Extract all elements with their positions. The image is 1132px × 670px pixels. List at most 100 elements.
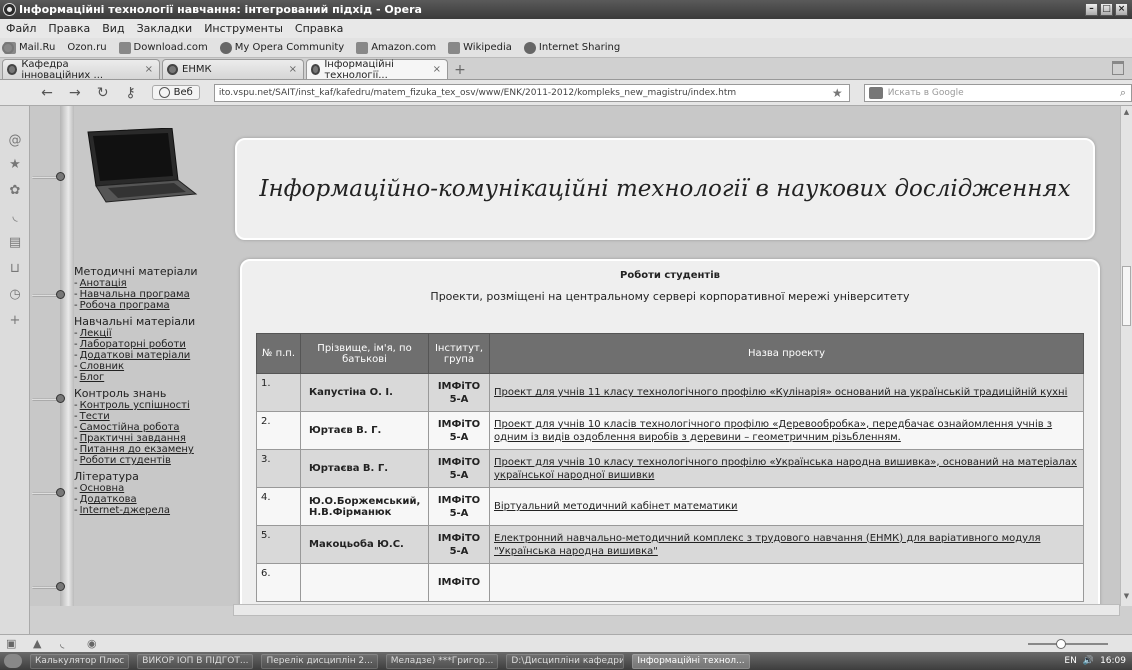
project-cell: Віртуальний методичний кабінет математик… bbox=[489, 487, 1084, 526]
speed-icon[interactable]: ◉ bbox=[87, 638, 98, 649]
project-link[interactable]: Проект для учнів 10 класу технологічного… bbox=[494, 457, 1077, 481]
unite-icon[interactable]: ▲ bbox=[33, 638, 44, 649]
taskbar-item-folder[interactable]: D:\Дисципліни кафедри bbox=[506, 653, 625, 669]
history-clock-icon[interactable]: ◷ bbox=[8, 288, 22, 302]
nav-link-blog[interactable]: Блог bbox=[74, 372, 244, 383]
bookmark-amazon[interactable]: Amazon.com bbox=[356, 41, 436, 54]
os-taskbar: Калькулятор Плюс ВИКОР ІОП В ПІДГОТ... П… bbox=[0, 652, 1132, 670]
bookmark-download[interactable]: Download.com bbox=[118, 41, 208, 54]
menu-edit[interactable]: Правка bbox=[48, 22, 90, 35]
nav-link-tests[interactable]: Тести bbox=[74, 411, 244, 422]
ozon-icon bbox=[2, 41, 14, 54]
tab-close-icon[interactable]: × bbox=[289, 64, 297, 75]
nav-link-main-literature[interactable]: Основна bbox=[74, 483, 244, 494]
tab-info-tech[interactable]: Інформаційні технології... × bbox=[306, 59, 448, 81]
project-link[interactable]: Електронний навчально-методичний комплек… bbox=[494, 533, 1040, 557]
project-link[interactable]: Проект для учнів 11 класу технологічного… bbox=[494, 387, 1067, 398]
taskbar-item-music[interactable]: Меладзе) ***Григор... bbox=[385, 653, 499, 669]
nav-link-annotation[interactable]: Анотація bbox=[74, 278, 244, 289]
close-window-button[interactable]: × bbox=[1115, 3, 1128, 16]
taskbar-item-word-doc[interactable]: ВИКОР ІОП В ПІДГОТ... bbox=[137, 653, 254, 669]
search-input[interactable]: Искать в Google ⌕ bbox=[863, 83, 1132, 102]
turbo-icon[interactable]: ◟ bbox=[60, 638, 71, 649]
trash-icon[interactable] bbox=[1112, 61, 1124, 75]
nav-link-progress-control[interactable]: Контроль успішності bbox=[74, 400, 244, 411]
bookmark-star-icon[interactable]: ★ bbox=[832, 86, 843, 100]
bookmark-wikipedia[interactable]: Wikipedia bbox=[448, 41, 512, 54]
project-link[interactable]: Проект для учнів 10 класів технологічног… bbox=[494, 419, 1052, 443]
tab-enmk[interactable]: ЕНМК × bbox=[162, 59, 304, 79]
search-icon[interactable]: ⌕ bbox=[1120, 86, 1126, 100]
taskbar-item-calculator[interactable]: Калькулятор Плюс bbox=[30, 653, 130, 669]
tab-close-icon[interactable]: × bbox=[433, 64, 441, 75]
language-indicator[interactable]: EN bbox=[1064, 656, 1076, 666]
add-panel-icon[interactable]: + bbox=[8, 314, 22, 328]
nav-link-practical-tasks[interactable]: Практичні завдання bbox=[74, 433, 244, 444]
scroll-up-icon[interactable]: ▲ bbox=[1122, 108, 1131, 116]
nav-link-glossary[interactable]: Словник bbox=[74, 361, 244, 372]
bookmark-internet-sharing[interactable]: Internet Sharing bbox=[523, 41, 620, 54]
nav-link-self-study[interactable]: Самостійна робота bbox=[74, 422, 244, 433]
nav-link-internet-sources[interactable]: Internet-джерела bbox=[74, 505, 244, 516]
table-row: 5. Макоцьоба Ю.С. ІМФіТО 5-А Електронний … bbox=[256, 525, 1084, 564]
bookmark-ozon[interactable]: Ozon.ru bbox=[2, 41, 107, 54]
nav-link-labs[interactable]: Лабораторні роботи bbox=[74, 339, 244, 350]
taskbar-item-disciplines[interactable]: Перелік дисциплін 2... bbox=[261, 653, 378, 669]
nav-link-work-program[interactable]: Робоча програма bbox=[74, 300, 244, 311]
volume-icon[interactable]: 🔊 bbox=[1083, 656, 1094, 666]
bookmark-my-opera[interactable]: My Opera Community bbox=[219, 41, 344, 54]
nav-link-exam-questions[interactable]: Питання до екзамену bbox=[74, 444, 244, 455]
menu-view[interactable]: Вид bbox=[102, 22, 124, 35]
menu-group-title: Контроль знань bbox=[74, 387, 167, 400]
reload-icon[interactable]: ↻ bbox=[96, 85, 110, 101]
scrollbar-thumb[interactable] bbox=[1122, 266, 1131, 326]
row-number: 2. bbox=[256, 411, 301, 450]
notebook-ring-icon bbox=[32, 580, 72, 594]
system-tray: EN 🔊 16:09 bbox=[1064, 656, 1132, 666]
menu-file[interactable]: Файл bbox=[6, 22, 36, 35]
taskbar-item-opera[interactable]: Інформаційні технол... bbox=[632, 653, 750, 669]
maximize-button[interactable]: □ bbox=[1100, 3, 1113, 16]
start-button-icon[interactable] bbox=[4, 654, 22, 668]
menu-group-title: Методичні матеріали bbox=[74, 265, 198, 278]
scroll-down-icon[interactable]: ▼ bbox=[1122, 592, 1131, 600]
transfers-icon[interactable]: ⊔ bbox=[8, 262, 22, 276]
minimize-button[interactable]: – bbox=[1085, 3, 1098, 16]
nav-link-extra-literature[interactable]: Додаткова bbox=[74, 494, 244, 505]
nav-link-lectures[interactable]: Лекції bbox=[74, 328, 244, 339]
nav-link-curriculum[interactable]: Навчальна програма bbox=[74, 289, 244, 300]
zoom-knob[interactable] bbox=[1056, 639, 1066, 649]
nav-link-extra-materials[interactable]: Додаткові матеріали bbox=[74, 350, 244, 361]
student-name bbox=[300, 563, 429, 602]
vertical-scrollbar[interactable]: ▲ ▼ bbox=[1120, 106, 1132, 606]
mail-icon[interactable]: @ bbox=[8, 134, 22, 148]
address-bar[interactable]: ito.vspu.net/SAIT/inst_kaf/kafedru/matem… bbox=[213, 83, 850, 102]
project-link[interactable]: Віртуальний методичний кабінет математик… bbox=[494, 501, 738, 512]
nav-link-student-works[interactable]: Роботи студентів bbox=[74, 455, 244, 466]
table-row: 2. Юртаєв В. Г. ІМФіТО 5-А Проект для учн… bbox=[256, 411, 1084, 450]
notes-icon[interactable]: ▤ bbox=[8, 236, 22, 250]
forward-icon[interactable]: → bbox=[68, 85, 82, 101]
menu-help[interactable]: Справка bbox=[295, 22, 343, 35]
menu-tools[interactable]: Инструменты bbox=[204, 22, 283, 35]
horizontal-scrollbar[interactable] bbox=[233, 604, 1120, 616]
col-header-institute: Інститут, група bbox=[428, 333, 490, 374]
section-subtitle: Проекти, розміщені на центральному серве… bbox=[430, 290, 910, 303]
left-nav-menu: Методичні матеріали Анотація Навчальна п… bbox=[74, 261, 244, 516]
feeds-icon[interactable]: ◟ bbox=[8, 210, 22, 224]
back-icon[interactable]: ← bbox=[40, 85, 54, 101]
key-icon[interactable]: ⚷ bbox=[124, 85, 138, 101]
panel-toggle-icon[interactable]: ▣ bbox=[6, 638, 17, 649]
table-row: 1. Капустіна О. І. ІМФіТО 5-А Проект для … bbox=[256, 373, 1084, 412]
tab-close-icon[interactable]: × bbox=[145, 64, 153, 75]
menu-bookmarks[interactable]: Закладки bbox=[137, 22, 193, 35]
clock[interactable]: 16:09 bbox=[1100, 656, 1126, 666]
widgets-gear-icon[interactable]: ✿ bbox=[8, 184, 22, 198]
bookmarks-star-icon[interactable]: ★ bbox=[8, 158, 22, 172]
zoom-slider[interactable] bbox=[1012, 638, 1122, 650]
table-row: 4. Ю.О.Боржемський, Н.В.Фірманюк ІМФіТО 5… bbox=[256, 487, 1084, 526]
web-button[interactable]: Веб bbox=[151, 85, 200, 100]
project-cell: Проект для учнів 10 класу технологічного… bbox=[489, 449, 1084, 488]
tab-department[interactable]: Кафедра інноваційних ... × bbox=[2, 59, 160, 81]
new-tab-icon[interactable]: + bbox=[450, 61, 470, 79]
